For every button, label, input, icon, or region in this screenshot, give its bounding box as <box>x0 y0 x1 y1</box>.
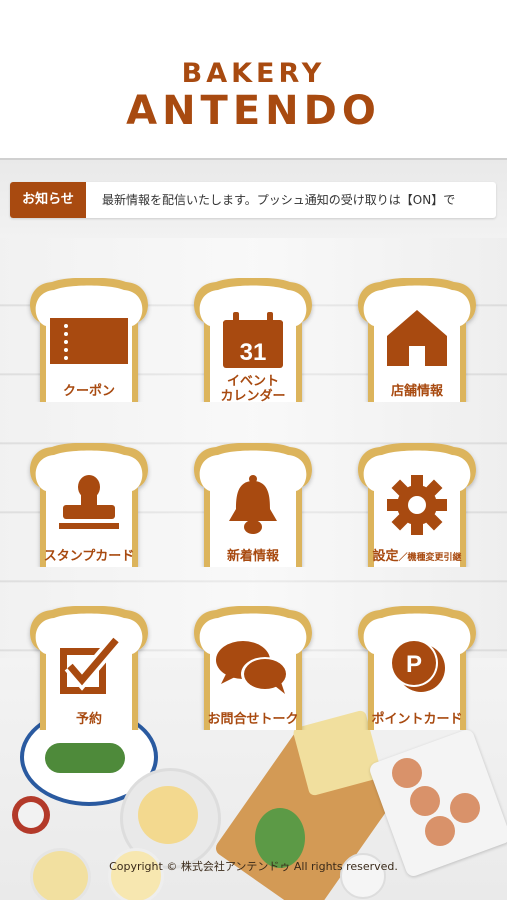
news-ticker[interactable]: お知らせ 最新情報を配信いたします。プッシュ通知の受け取りは【ON】で <box>10 182 496 218</box>
menu-label: ポイントカード <box>371 712 463 727</box>
calendar-icon: 31 <box>223 312 283 372</box>
house-icon <box>387 310 447 370</box>
tile-settings[interactable]: 設定／機種変更引継 <box>354 443 480 567</box>
logo-antendo: ANTENDO <box>126 88 381 134</box>
gear-icon <box>387 475 447 539</box>
copyright-text: Copyright © 株式会社アンテンドゥ All rights reserv… <box>109 860 398 873</box>
news-text: 最新情報を配信いたします。プッシュ通知の受け取りは【ON】で <box>102 193 456 207</box>
tile-coupon[interactable]: クーポン <box>26 278 152 402</box>
menu-sublabel: ／機種変更引継 <box>398 553 462 563</box>
tile-news[interactable]: 新着情報 <box>190 443 316 567</box>
news-bar: お知らせ 最新情報を配信いたします。プッシュ通知の受け取りは【ON】で <box>0 158 507 240</box>
tile-inquiry-talk[interactable]: お問合せトーク <box>190 606 316 730</box>
news-label: お知らせ <box>10 182 86 218</box>
bell-icon <box>227 475 279 539</box>
checkbox-icon <box>58 635 122 700</box>
tile-shop-info[interactable]: 店舗情報 <box>354 278 480 402</box>
tile-event-calendar[interactable]: 31 イベント カレンダー <box>190 278 316 404</box>
point-coin-icon: P <box>387 638 447 698</box>
chat-bubbles-icon <box>215 640 291 700</box>
menu-label: 予約 <box>75 712 102 727</box>
coupon-ticket-icon <box>50 318 128 368</box>
logo-bakery: BAKERY <box>181 58 326 89</box>
menu-label: 設定／機種変更引継 <box>372 549 462 564</box>
tile-reservation[interactable]: 予約 <box>26 606 152 730</box>
calendar-day-number: 31 <box>240 339 267 366</box>
stamp-icon <box>59 475 119 539</box>
app-header: BAKERY ANTENDO <box>0 0 507 158</box>
menu-label: お問合せトーク <box>207 712 299 727</box>
menu-label: イベント カレンダー <box>220 374 286 404</box>
menu-label: スタンプカード <box>43 549 135 564</box>
menu-label: 新着情報 <box>226 549 279 564</box>
tile-stamp-card[interactable]: スタンプカード <box>26 443 152 567</box>
coin-letter: P <box>406 651 422 678</box>
menu-label: 店舗情報 <box>390 384 443 399</box>
tile-point-card[interactable]: P ポイントカード <box>354 606 480 730</box>
menu-label: クーポン <box>62 384 115 399</box>
